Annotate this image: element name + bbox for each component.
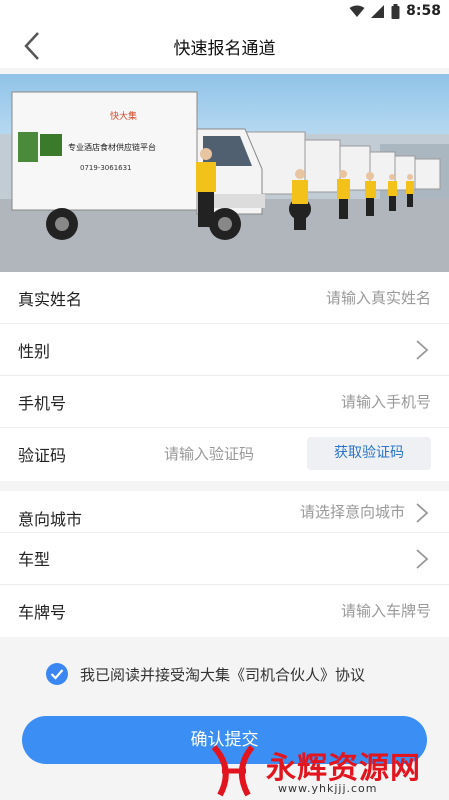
battery-icon: [391, 3, 400, 19]
status-icons: 8:58: [349, 3, 441, 19]
truck-fleet-illustration: 快大集 专业酒店食材供应链平台 0719-3061631: [0, 91, 449, 272]
form-card-personal: 真实姓名 请输入真实姓名 性别 手机号 请输入手机号 验证码 请输入验证码 获取…: [0, 272, 449, 481]
chevron-right-icon: [416, 503, 429, 523]
gender-label: 性别: [18, 342, 51, 361]
plate-input[interactable]: 请输入车牌号: [341, 600, 431, 621]
status-bar: 8:58: [0, 0, 449, 24]
plate-row[interactable]: 车牌号 请输入车牌号: [0, 585, 449, 637]
car-type-row[interactable]: 车型: [0, 533, 449, 585]
checkmark-icon: [50, 669, 64, 680]
signal-icon: [371, 4, 385, 18]
form-card-vehicle: 意向城市 请选择意向城市 车型 车牌号 请输入车牌号: [0, 491, 449, 637]
status-time: 8:58: [406, 3, 441, 19]
name-label: 真实姓名: [18, 290, 83, 309]
city-row[interactable]: 意向城市 请选择意向城市: [0, 491, 449, 533]
chevron-right-icon: [416, 549, 429, 569]
plate-label: 车牌号: [18, 603, 67, 622]
agreement-checkbox[interactable]: [46, 663, 68, 685]
code-row: 验证码 请输入验证码 获取验证码: [0, 428, 449, 480]
code-label: 验证码: [18, 446, 67, 465]
watermark-text: 永辉资源网: [266, 751, 421, 786]
chevron-right-icon: [416, 340, 429, 360]
name-input[interactable]: 请输入真实姓名: [326, 287, 431, 308]
truck-logo: 快大集: [110, 110, 137, 122]
get-code-button[interactable]: 获取验证码: [307, 437, 431, 470]
banner-image: 快大集 专业酒店食材供应链平台 0719-3061631: [0, 74, 449, 272]
phone-row[interactable]: 手机号 请输入手机号: [0, 376, 449, 428]
watermark-url: www.yhkjjj.com: [278, 782, 378, 795]
phone-input[interactable]: 请输入手机号: [341, 391, 431, 412]
agreement-text: 我已阅读并接受淘大集《司机合伙人》协议: [80, 665, 366, 684]
title-bar: 快速报名通道: [0, 24, 449, 68]
agreement-row[interactable]: 我已阅读并接受淘大集《司机合伙人》协议: [46, 663, 365, 685]
page-title: 快速报名通道: [173, 39, 276, 59]
watermark-logo: [211, 744, 255, 797]
gender-row[interactable]: 性别: [0, 324, 449, 376]
watermark: 永辉资源网 www.yhkjjj.com: [200, 737, 449, 800]
truck-phone: 0719-3061631: [80, 164, 132, 172]
code-input[interactable]: 请输入验证码: [164, 443, 254, 464]
phone-label: 手机号: [18, 394, 67, 413]
wifi-icon: [349, 5, 365, 17]
truck-ad-text: 专业酒店食材供应链平台: [68, 142, 156, 152]
car-type-label: 车型: [18, 550, 51, 569]
city-label: 意向城市: [18, 510, 83, 529]
city-select[interactable]: 请选择意向城市: [300, 501, 405, 522]
name-row[interactable]: 真实姓名 请输入真实姓名: [0, 272, 449, 324]
